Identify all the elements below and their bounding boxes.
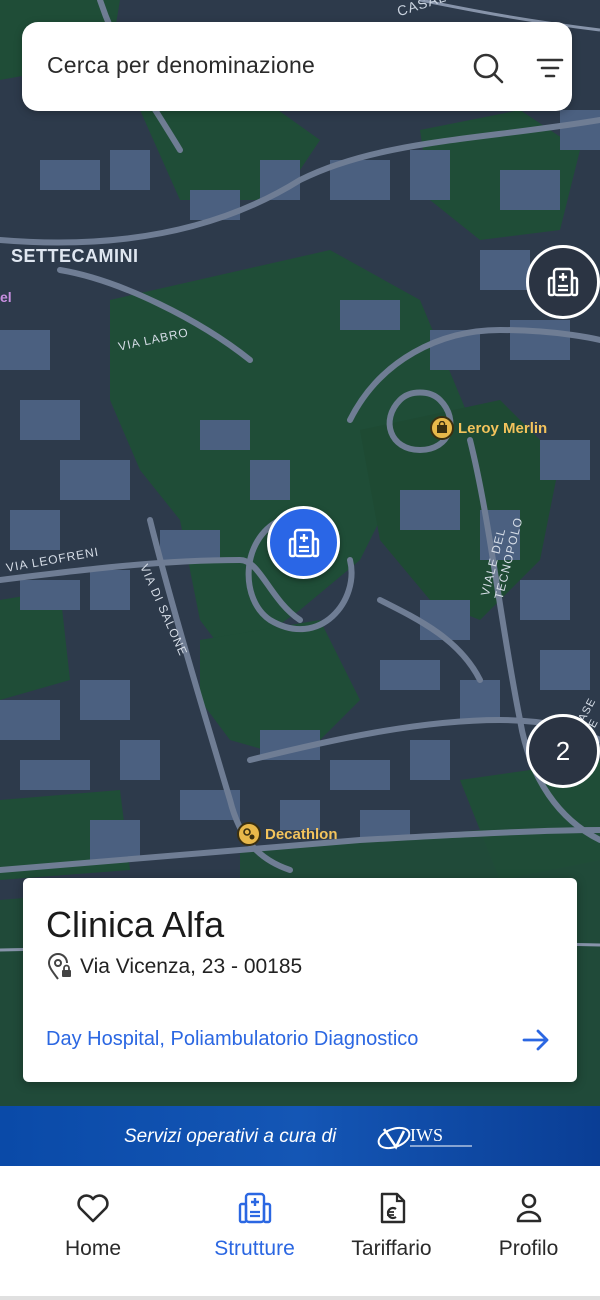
nav-item-profilo[interactable]: Profilo: [460, 1166, 597, 1300]
address-row: Via Vicenza, 23 - 00185: [46, 953, 302, 981]
search-input[interactable]: Cerca per denominazione: [47, 52, 315, 79]
operator-banner: Servizi operativi a cura di IWS: [0, 1106, 600, 1166]
hospital-icon: [238, 1192, 271, 1224]
sports-icon: [237, 822, 261, 846]
bottom-navigation: Home Strutture Tariffario Profilo: [0, 1166, 600, 1300]
cluster-count: 2: [555, 735, 571, 766]
structure-marker[interactable]: [526, 245, 600, 319]
poi-leroy-merlin[interactable]: Leroy Merlin: [430, 416, 547, 440]
location-lock-icon: [47, 953, 71, 980]
user-icon: [516, 1193, 541, 1223]
nav-item-home[interactable]: Home: [0, 1166, 186, 1300]
heart-icon: [77, 1194, 109, 1223]
nav-label: Strutture: [214, 1237, 295, 1260]
poi-decathlon[interactable]: Decathlon: [237, 822, 338, 846]
nav-item-tariffario[interactable]: Tariffario: [323, 1166, 460, 1300]
structure-types-link[interactable]: Day Hospital, Poliambulatorio Diagnostic…: [46, 1028, 418, 1051]
banner-text: Servizi operativi a cura di: [124, 1126, 337, 1147]
poi-label: Leroy Merlin: [458, 419, 548, 437]
price-list-icon: [380, 1192, 405, 1224]
iws-logo: IWS: [377, 1125, 472, 1150]
structure-name: Clinica Alfa: [46, 904, 225, 945]
hospital-icon: [547, 267, 579, 297]
shopping-bag-icon: [430, 416, 454, 440]
poi-label: Decathlon: [265, 825, 338, 843]
structure-address: Via Vicenza, 23 - 00185: [80, 955, 303, 978]
nav-item-strutture[interactable]: Strutture: [186, 1166, 323, 1300]
selected-structure-marker[interactable]: [267, 506, 340, 579]
cluster-marker[interactable]: 2: [526, 714, 600, 788]
map-label-edge: el: [0, 289, 12, 305]
arrow-right-icon[interactable]: [520, 1024, 552, 1056]
hospital-icon: [288, 528, 319, 557]
search-icon[interactable]: [470, 50, 506, 86]
home-indicator: [0, 1296, 600, 1300]
nav-label: Tariffario: [351, 1237, 432, 1260]
nav-label: Profilo: [498, 1237, 559, 1260]
filter-icon[interactable]: [534, 52, 566, 84]
map-label-settecamini: SETTECAMINI: [11, 246, 139, 266]
structure-card[interactable]: Clinica Alfa Via Vicenza, 23 - 00185 Day…: [23, 878, 577, 1082]
svg-text:IWS: IWS: [410, 1125, 443, 1145]
search-bar[interactable]: Cerca per denominazione: [22, 22, 572, 111]
nav-label: Home: [64, 1237, 122, 1260]
